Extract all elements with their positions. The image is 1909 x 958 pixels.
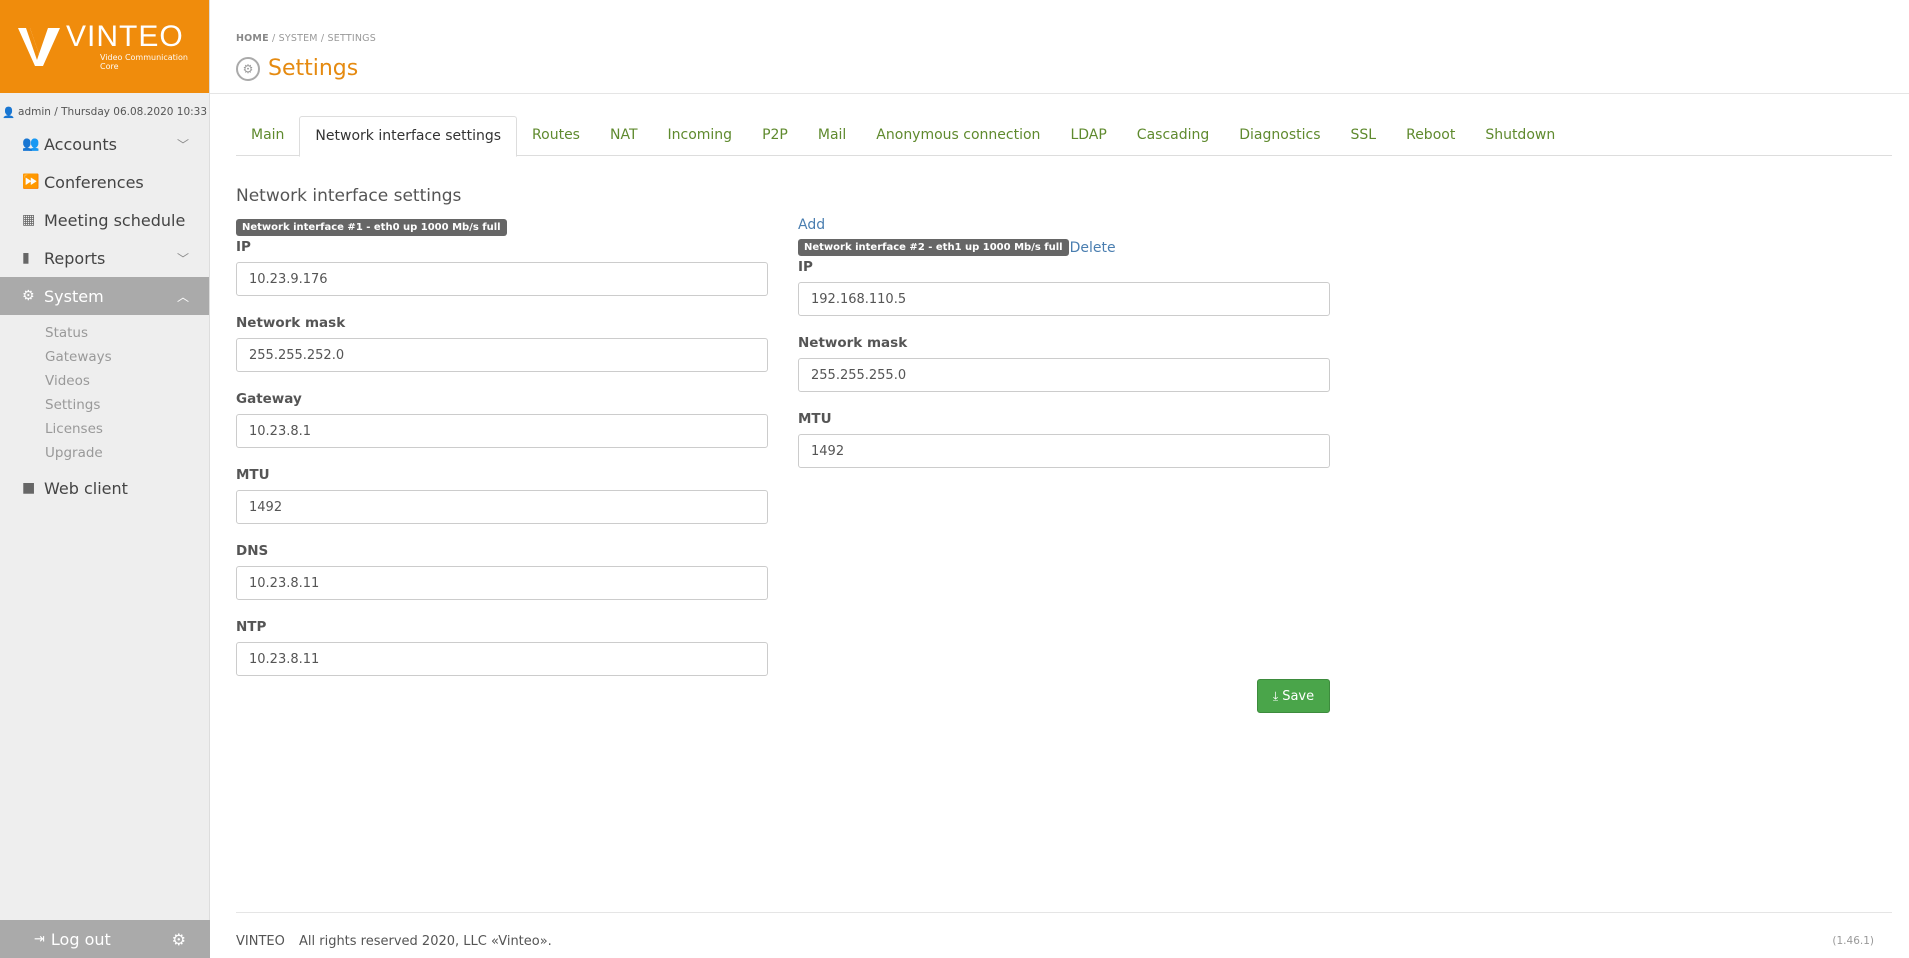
users-icon: 👥 — [22, 136, 40, 152]
sidebar-item-reports[interactable]: ▮ Reports ﹀ — [0, 239, 209, 277]
chevron-down-icon: ﹀ — [176, 137, 189, 152]
settings-icon: ⚙ — [236, 56, 260, 81]
subnav-upgrade[interactable]: Upgrade — [0, 441, 209, 465]
vinteo-logo-icon — [18, 27, 60, 66]
logout-button[interactable]: Log out — [51, 930, 111, 949]
gear-icon[interactable]: ⚙ — [172, 930, 186, 949]
tab-p2p[interactable]: P2P — [747, 116, 803, 156]
save-button-label: Save — [1282, 688, 1315, 704]
forward-icon: ⏩ — [22, 174, 40, 190]
sidebar-item-web-client[interactable]: ■ Web client — [0, 469, 209, 507]
subnav-settings[interactable]: Settings — [0, 393, 209, 417]
gateway-label: Gateway — [236, 391, 302, 407]
mtu-label: MTU — [798, 411, 832, 427]
user-icon: 👤 — [1, 106, 16, 119]
divider — [210, 93, 1909, 94]
interface-1-mask-input[interactable] — [236, 338, 768, 372]
network-mask-label: Network mask — [236, 315, 346, 331]
footer-copyright: All rights reserved 2020, LLC «Vinteo». — [298, 934, 552, 949]
breadcrumb: HOME / SYSTEM / SETTINGS — [236, 33, 376, 44]
interface-2-ip-input[interactable] — [798, 282, 1330, 316]
tab-main[interactable]: Main — [236, 116, 299, 156]
chevron-down-icon: ﹀ — [176, 251, 189, 266]
delete-interface-link[interactable]: Delete — [1070, 240, 1116, 256]
tab-routes[interactable]: Routes — [517, 116, 595, 156]
download-icon: ⤓ — [1272, 688, 1279, 703]
page-title-text: Settings — [268, 56, 359, 81]
book-icon: ▮ — [22, 250, 30, 266]
footer: VINTEO All rights reserved 2020, LLC «Vi… — [236, 934, 552, 949]
calendar-icon: ▦ — [22, 212, 36, 228]
system-subnav: Status Gateways Videos Settings Licenses… — [0, 315, 209, 469]
ip-label: IP — [236, 239, 251, 255]
network-mask-label: Network mask — [798, 335, 908, 351]
tab-nat[interactable]: NAT — [595, 116, 653, 156]
ip-label: IP — [798, 259, 813, 275]
tab-cascading[interactable]: Cascading — [1122, 116, 1224, 156]
ntp-label: NTP — [236, 619, 267, 635]
video-camera-icon: ■ — [22, 480, 36, 496]
interface-1-ntp-input[interactable] — [236, 642, 768, 676]
breadcrumb-system[interactable]: SYSTEM — [279, 33, 318, 44]
user-line: admin / Thursday 06.08.2020 10:33 — [18, 106, 208, 118]
breadcrumb-home[interactable]: HOME — [236, 33, 269, 44]
version-label: (1.46.1) — [1832, 935, 1874, 947]
sidebar-item-label: Reports — [44, 248, 106, 268]
cogs-icon: ⚙ — [22, 288, 35, 304]
tab-network-interface-settings[interactable]: Network interface settings — [299, 116, 518, 157]
logo[interactable]: VINTEO Video Communication Core — [0, 0, 209, 93]
interface-2-badge: Network interface #2 - eth1 up 1000 Mb/s… — [798, 239, 1069, 256]
sidebar-item-label: Web client — [44, 478, 128, 498]
tab-ldap[interactable]: LDAP — [1055, 116, 1121, 156]
logout-bar: ⇥ Log out ⚙ — [0, 920, 210, 958]
dns-label: DNS — [236, 543, 269, 559]
sidebar-item-label: System — [44, 286, 104, 306]
sidebar-item-accounts[interactable]: 👥 Accounts ﹀ — [0, 125, 209, 163]
subnav-status[interactable]: Status — [0, 321, 209, 345]
breadcrumb-separator: / — [268, 33, 279, 44]
tab-mail[interactable]: Mail — [803, 116, 861, 156]
tab-shutdown[interactable]: Shutdown — [1470, 116, 1570, 156]
save-button[interactable]: ⤓ Save — [1257, 679, 1330, 713]
sidebar: VINTEO Video Communication Core 👤 admin … — [0, 0, 210, 958]
breadcrumb-separator: / — [317, 33, 328, 44]
tab-bar: Main Network interface settings Routes N… — [236, 116, 1892, 157]
page-title: ⚙ Settings — [236, 56, 358, 81]
interface-2-mtu-input[interactable] — [798, 434, 1330, 468]
interface-1-badge: Network interface #1 - eth0 up 1000 Mb/s… — [236, 219, 507, 236]
interface-1-dns-input[interactable] — [236, 566, 768, 600]
mtu-label: MTU — [236, 467, 270, 483]
subnav-gateways[interactable]: Gateways — [0, 345, 209, 369]
sidebar-item-conferences[interactable]: ⏩ Conferences — [0, 163, 209, 201]
interface-1-form: Network interface #1 - eth0 up 1000 Mb/s… — [236, 217, 768, 693]
interface-2-form: Add Network interface #2 - eth1 up 1000 … — [798, 217, 1330, 485]
sidebar-item-label: Conferences — [44, 172, 144, 192]
sidebar-item-meeting-schedule[interactable]: ▦ Meeting schedule — [0, 201, 209, 239]
interface-1-ip-input[interactable] — [236, 262, 768, 296]
sidebar-item-label: Meeting schedule — [44, 210, 186, 230]
interface-1-gateway-input[interactable] — [236, 414, 768, 448]
tab-ssl[interactable]: SSL — [1336, 116, 1392, 156]
tab-anonymous-connection[interactable]: Anonymous connection — [861, 116, 1055, 156]
logout-icon: ⇥ — [34, 931, 45, 947]
divider — [236, 912, 1892, 913]
interface-2-mask-input[interactable] — [798, 358, 1330, 392]
section-title: Network interface settings — [236, 186, 462, 206]
user-info: 👤 admin / Thursday 06.08.2020 10:33 — [0, 93, 209, 125]
sidebar-item-system[interactable]: ⚙ System ︿ — [0, 277, 209, 315]
brand-name: VINTEO — [65, 20, 184, 53]
tab-incoming[interactable]: Incoming — [653, 116, 748, 156]
chevron-up-icon: ︿ — [176, 289, 189, 304]
interface-1-mtu-input[interactable] — [236, 490, 768, 524]
add-interface-link[interactable]: Add — [798, 217, 1330, 237]
tab-diagnostics[interactable]: Diagnostics — [1224, 116, 1335, 156]
subnav-videos[interactable]: Videos — [0, 369, 209, 393]
subnav-licenses[interactable]: Licenses — [0, 417, 209, 441]
brand-tagline: Video Communication Core — [99, 53, 188, 71]
footer-brand: VINTEO — [236, 934, 285, 949]
tab-reboot[interactable]: Reboot — [1391, 116, 1470, 156]
sidebar-item-label: Accounts — [44, 134, 117, 154]
breadcrumb-settings: SETTINGS — [327, 33, 376, 44]
